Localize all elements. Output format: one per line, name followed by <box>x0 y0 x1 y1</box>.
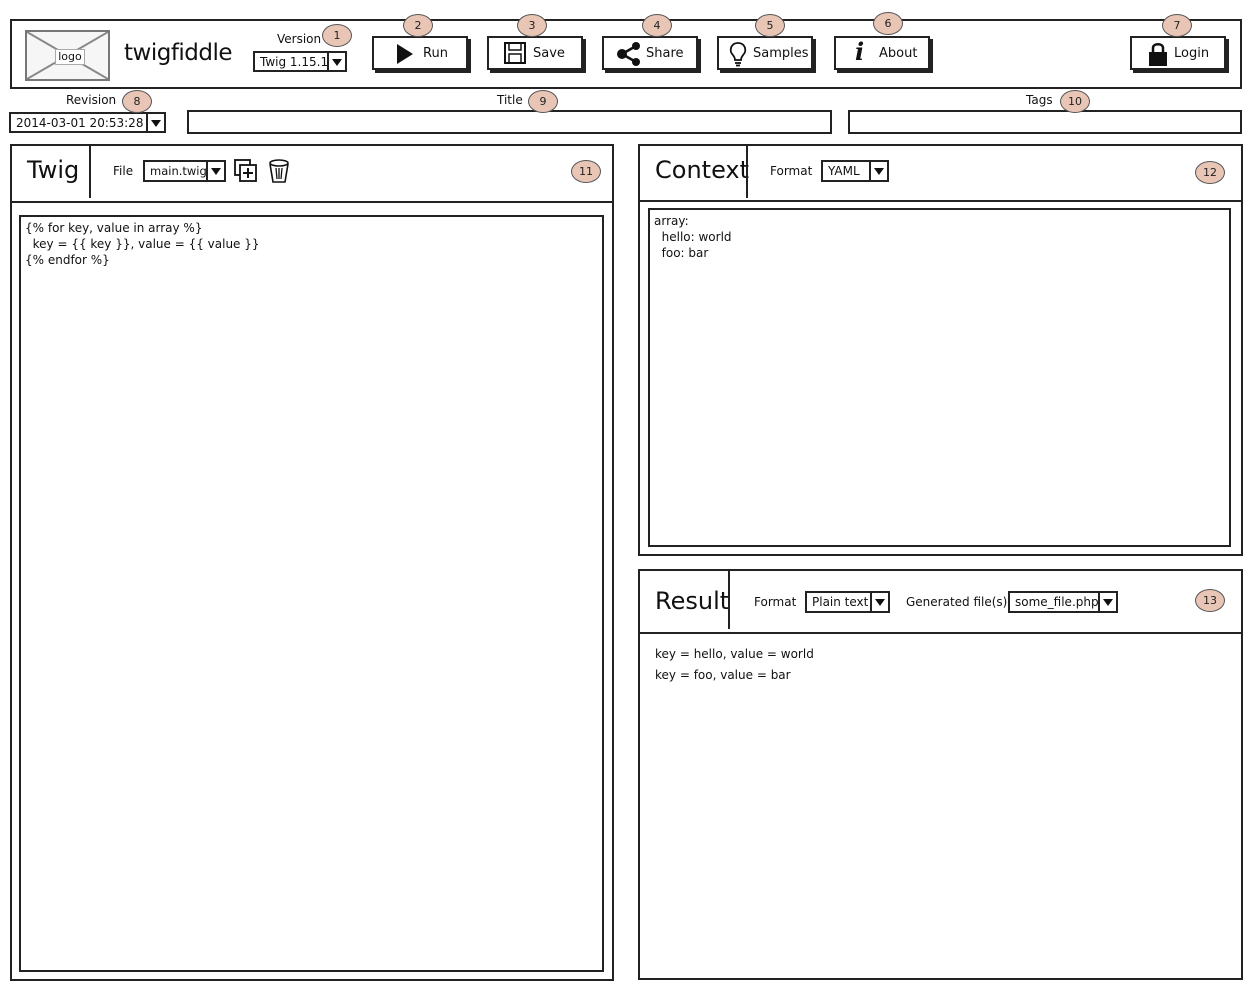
context-header-rule <box>638 200 1243 202</box>
trash-icon[interactable] <box>268 158 290 184</box>
tags-label: Tags <box>1026 93 1053 107</box>
context-panel-title: Context <box>655 156 750 184</box>
app-title: twigfiddle <box>124 40 233 66</box>
revision-select[interactable]: 2014-03-01 20:53:28 <box>9 112 166 133</box>
result-header-rule <box>638 632 1243 634</box>
version-select[interactable]: Twig 1.15.1 <box>253 51 347 72</box>
twig-title-divider <box>89 146 91 198</box>
about-button[interactable]: i About <box>834 36 930 70</box>
play-icon <box>397 44 413 64</box>
twig-code-editor[interactable]: {% for key, value in array %} key = {{ k… <box>19 215 604 972</box>
chevron-down-icon <box>146 114 164 131</box>
file-select-value: main.twig <box>150 164 207 178</box>
context-format-value: YAML <box>828 164 860 178</box>
callout-badge-13: 13 <box>1195 589 1225 612</box>
save-button-label: Save <box>533 46 565 61</box>
samples-button[interactable]: Samples <box>717 36 813 70</box>
login-button-label: Login <box>1174 46 1210 61</box>
share-button[interactable]: Share <box>602 36 698 70</box>
save-button[interactable]: Save <box>487 36 583 70</box>
context-title-divider <box>746 146 748 198</box>
twig-header-rule <box>10 201 614 203</box>
generated-files-label: Generated file(s) <box>906 595 1008 609</box>
context-format-label: Format <box>770 164 813 178</box>
login-button[interactable]: Login <box>1130 36 1226 70</box>
result-output-line: key = hello, value = world <box>655 647 814 661</box>
result-title-divider <box>728 571 730 629</box>
chevron-down-icon <box>206 162 224 180</box>
chevron-down-icon <box>327 53 345 70</box>
result-format-value: Plain text <box>812 595 869 609</box>
logo-text: logo <box>55 49 85 65</box>
version-label: Version <box>277 32 322 46</box>
file-select[interactable]: main.twig <box>143 160 226 182</box>
callout-badge-7: 7 <box>1162 14 1192 37</box>
chevron-down-icon <box>1098 593 1116 611</box>
title-label: Title <box>497 93 523 107</box>
callout-badge-8: 8 <box>122 90 152 113</box>
samples-button-label: Samples <box>753 46 809 61</box>
revision-select-value: 2014-03-01 20:53:28 <box>16 116 144 130</box>
callout-badge-10: 10 <box>1060 90 1090 113</box>
generated-files-select[interactable]: some_file.php <box>1008 591 1118 613</box>
share-icon <box>617 42 640 66</box>
version-select-value: Twig 1.15.1 <box>260 55 329 69</box>
callout-badge-4: 4 <box>642 14 672 37</box>
lock-icon <box>1149 43 1167 66</box>
result-panel-title: Result <box>655 587 730 615</box>
context-format-select[interactable]: YAML <box>821 160 889 182</box>
callout-badge-1: 1 <box>322 24 352 47</box>
run-button-label: Run <box>423 46 448 61</box>
callout-badge-5: 5 <box>755 14 785 37</box>
context-code-editor[interactable]: array: hello: world foo: bar <box>648 208 1231 547</box>
result-panel <box>638 569 1243 980</box>
chevron-down-icon <box>870 593 888 611</box>
share-button-label: Share <box>646 46 684 61</box>
run-button[interactable]: Run <box>372 36 468 70</box>
add-file-icon[interactable] <box>234 159 258 183</box>
tags-input[interactable] <box>848 110 1242 134</box>
file-label: File <box>113 164 134 178</box>
about-button-label: About <box>879 46 918 61</box>
callout-badge-3: 3 <box>517 14 547 37</box>
result-format-label: Format <box>754 595 797 609</box>
callout-badge-6: 6 <box>873 12 903 35</box>
generated-files-value: some_file.php <box>1015 595 1099 609</box>
lightbulb-icon <box>729 42 747 67</box>
floppy-icon <box>504 42 526 64</box>
title-input[interactable] <box>187 110 832 134</box>
callout-badge-12: 12 <box>1195 161 1225 184</box>
callout-badge-9: 9 <box>528 90 558 113</box>
result-output-line: key = foo, value = bar <box>655 668 791 682</box>
result-format-select[interactable]: Plain text <box>805 591 890 613</box>
logo-placeholder: logo <box>25 30 110 81</box>
callout-badge-2: 2 <box>403 14 433 37</box>
info-icon: i <box>855 37 865 66</box>
revision-label: Revision <box>66 93 117 107</box>
callout-badge-11: 11 <box>571 160 601 183</box>
chevron-down-icon <box>869 162 887 180</box>
twig-panel-title: Twig <box>27 156 80 184</box>
